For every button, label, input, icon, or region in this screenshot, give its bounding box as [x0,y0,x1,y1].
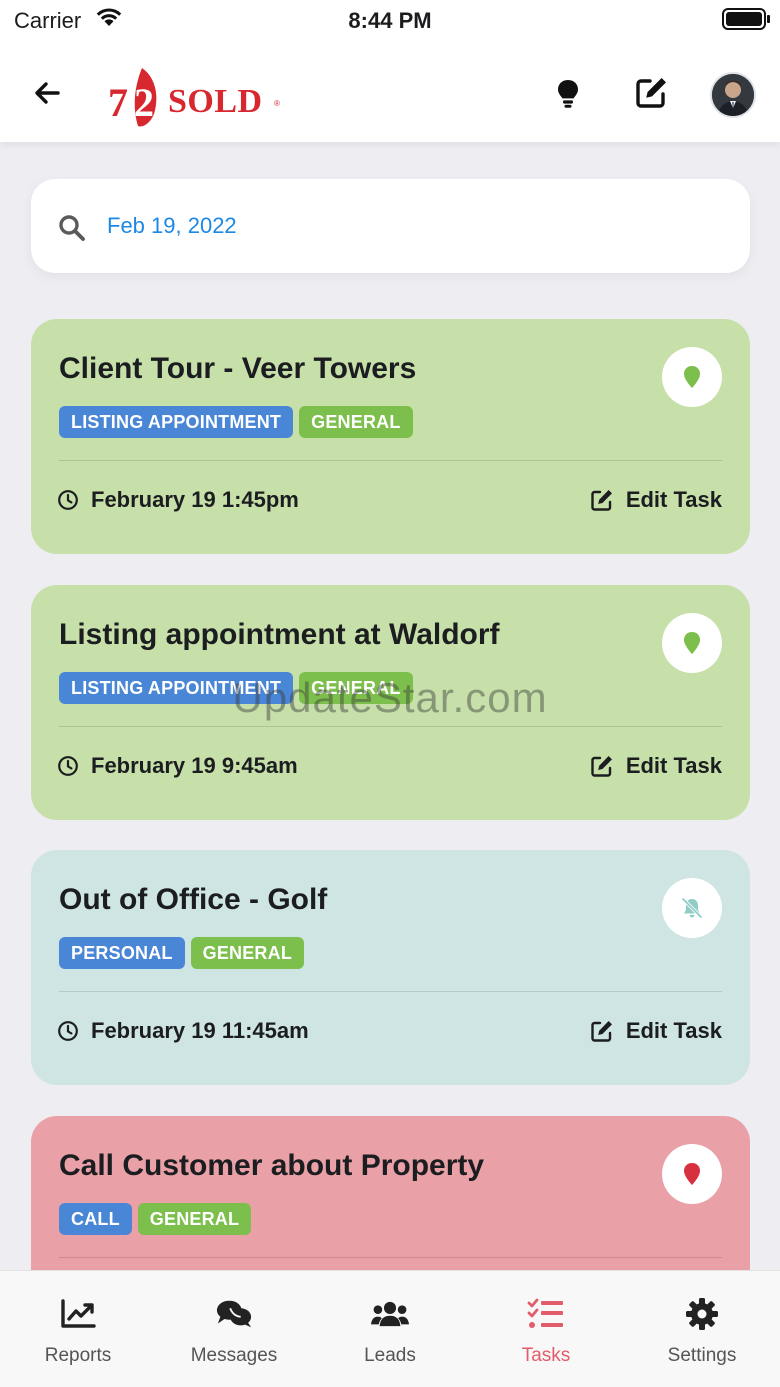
tab-label: Settings [667,1345,737,1366]
tag-badge: PERSONAL [59,937,185,969]
task-time-text: February 19 9:45am [91,753,298,778]
tab-label: Leads [364,1345,416,1366]
task-tags: PERSONAL GENERAL [59,937,305,969]
task-time-text: February 19 11:45am [91,1018,309,1043]
task-time: February 19 1:45pm [57,487,299,513]
task-title: Listing appointment at Waldorf [59,618,500,651]
app-logo[interactable]: 7 2 SOLD ® [108,62,288,132]
location-button[interactable] [662,347,722,407]
edit-icon [591,490,612,511]
edit-task-button[interactable]: Edit Task [590,1018,722,1044]
task-title: Call Customer about Property [59,1149,485,1182]
edit-task-label: Edit Task [625,1018,722,1043]
task-tags: CALL GENERAL [59,1203,252,1235]
map-pin-icon [684,366,700,388]
tag-badge: CALL [59,1203,132,1235]
search-icon [59,215,85,241]
location-button[interactable] [662,1144,722,1204]
task-card[interactable]: Client Tour - Veer Towers LISTING APPOIN… [31,319,750,554]
clock-icon [58,756,78,776]
battery-icon [722,8,770,30]
gear-icon [683,1297,721,1331]
tab-messages[interactable]: Messages [156,1271,312,1387]
svg-text:®: ® [274,99,280,108]
card-divider [59,1257,722,1258]
search-date-value[interactable]: Feb 19, 2022 [107,213,237,239]
clock-icon [58,1021,78,1041]
edit-task-button[interactable]: Edit Task [590,487,722,513]
back-arrow-icon[interactable] [30,76,64,110]
status-bar: Carrier 8:44 PM [0,0,780,44]
edit-task-label: Edit Task [625,487,722,512]
card-divider [59,460,722,461]
bottom-tab-bar: Reports Messages Leads Tasks Settings [0,1270,780,1387]
edit-icon [591,756,612,777]
tag-badge: LISTING APPOINTMENT [59,406,294,438]
user-avatar[interactable] [710,72,756,118]
edit-task-button[interactable]: Edit Task [590,753,722,779]
tab-reports[interactable]: Reports [0,1271,156,1387]
svg-text:7: 7 [108,80,128,125]
edit-icon [591,1021,612,1042]
compose-icon[interactable] [634,74,670,110]
app-header: 7 2 SOLD ® [0,44,780,142]
tag-badge: GENERAL [299,406,413,438]
tab-tasks[interactable]: Tasks [468,1271,624,1387]
tag-badge: GENERAL [137,1203,252,1235]
task-card[interactable]: Out of Office - Golf PERSONAL GENERAL Fe… [31,850,750,1085]
card-divider [59,991,722,992]
tab-label: Tasks [521,1345,571,1366]
notification-button[interactable] [662,878,722,938]
tab-leads[interactable]: Leads [312,1271,468,1387]
task-time: February 19 11:45am [57,1018,309,1044]
comments-icon [215,1297,253,1331]
card-divider [59,726,722,727]
watermark: UpdateStar.com [232,674,548,721]
task-title: Out of Office - Golf [59,883,328,916]
map-pin-icon [684,1163,700,1185]
tab-label: Messages [190,1345,278,1366]
status-time: 8:44 PM [348,8,432,33]
svg-text:SOLD: SOLD [168,83,263,120]
svg-text:2: 2 [134,80,154,125]
date-search-bar[interactable]: Feb 19, 2022 [31,179,750,273]
bell-slash-icon [681,897,703,919]
edit-task-label: Edit Task [625,753,722,778]
location-button[interactable] [662,613,722,673]
lightbulb-icon[interactable] [552,76,584,110]
tab-label: Reports [44,1345,112,1366]
task-title: Client Tour - Veer Towers [59,352,417,385]
task-time: February 19 9:45am [57,753,298,779]
clock-icon [58,490,78,510]
users-icon [371,1297,409,1331]
tasks-icon [527,1297,565,1331]
task-tags: LISTING APPOINTMENT GENERAL [59,406,413,438]
map-pin-icon [684,632,700,654]
task-time-text: February 19 1:45pm [91,487,299,512]
tag-badge: GENERAL [190,937,305,969]
chart-line-icon [59,1297,97,1331]
tab-settings[interactable]: Settings [624,1271,780,1387]
